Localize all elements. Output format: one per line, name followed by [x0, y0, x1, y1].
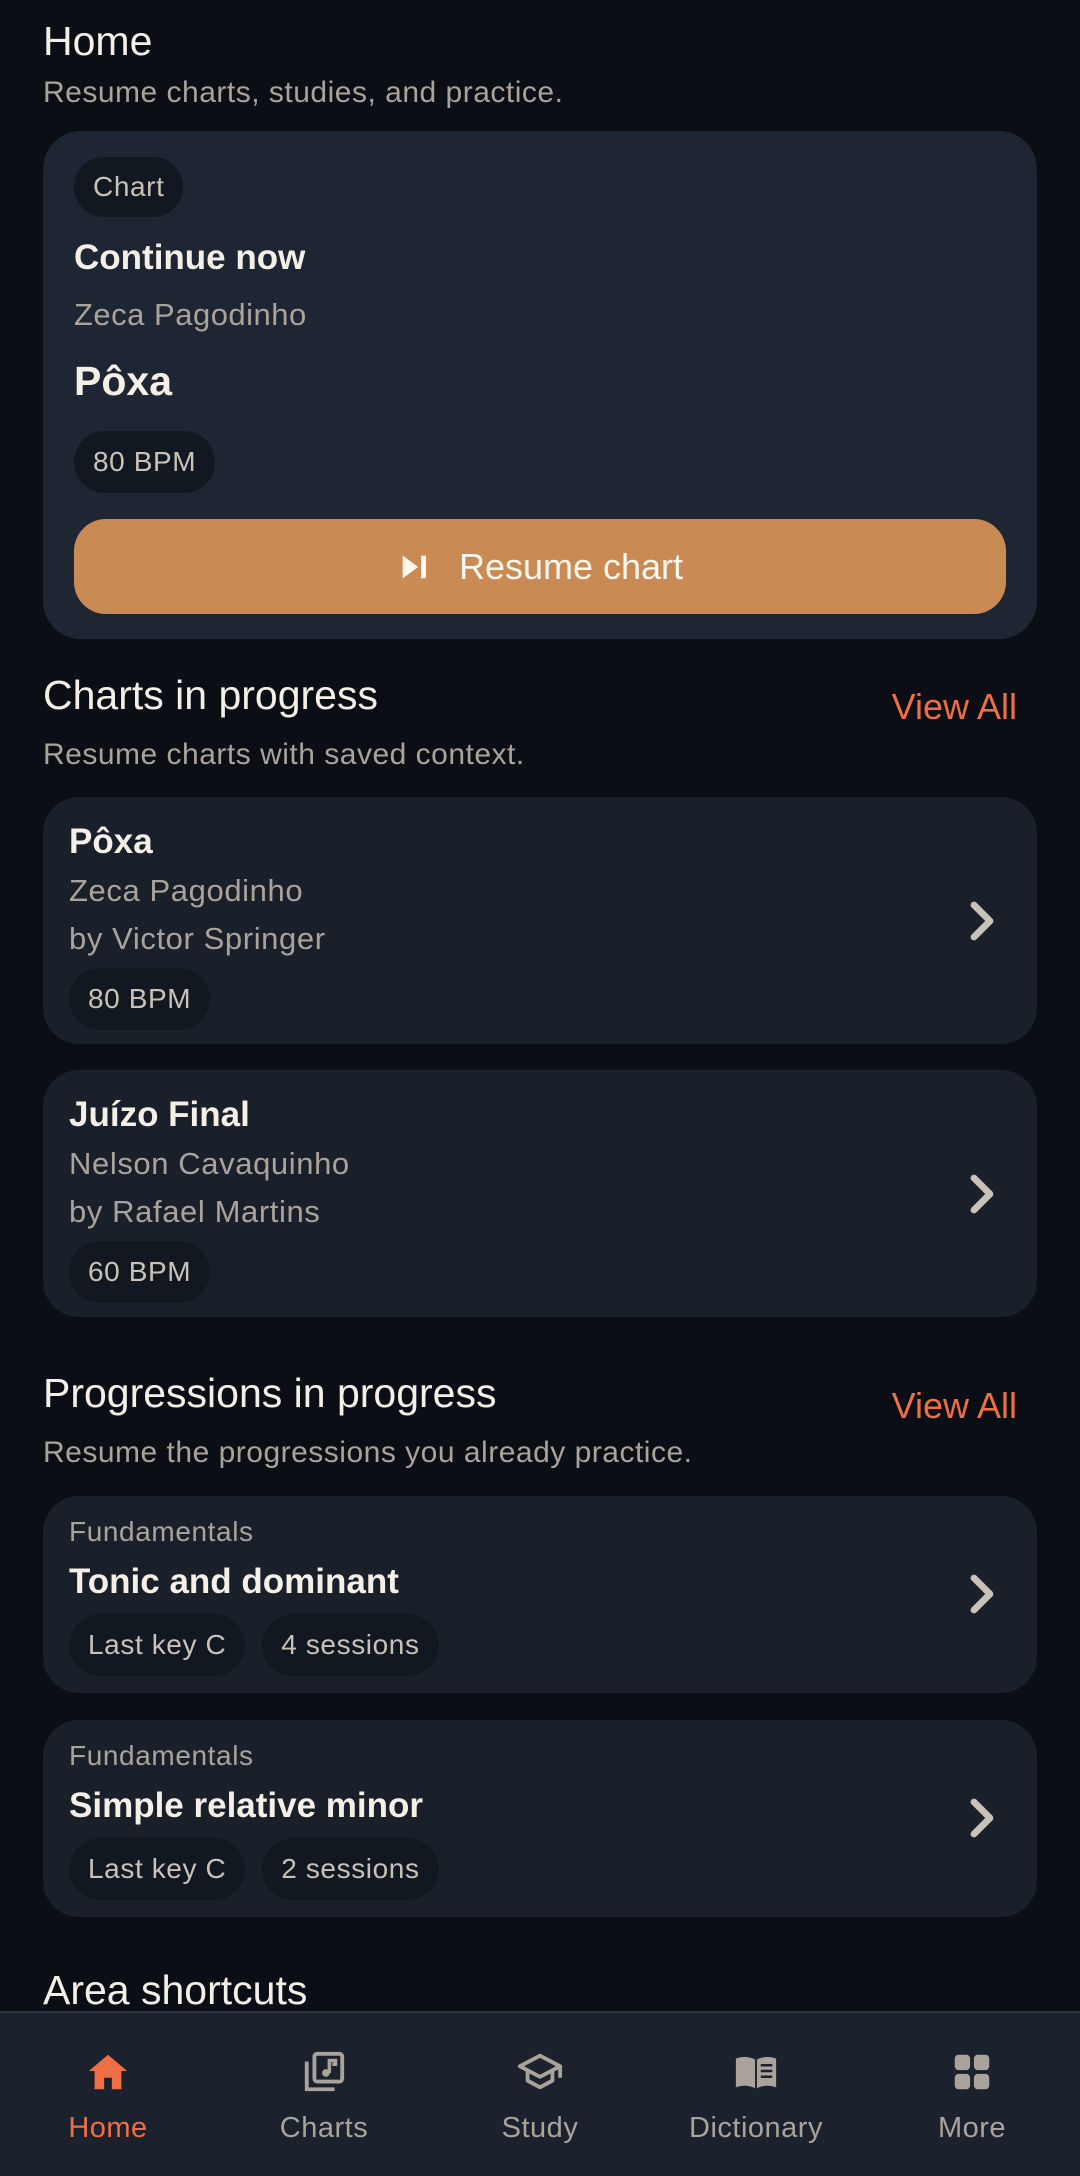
- chart-artist: Nelson Cavaquinho: [69, 1146, 350, 1181]
- chevron-right-icon: [970, 1798, 994, 1838]
- progression-card-tonic-dominant[interactable]: Fundamentals Tonic and dominant Last key…: [43, 1496, 1037, 1693]
- last-key-chip: Last key C: [69, 1614, 246, 1676]
- chart-artist: Zeca Pagodinho: [69, 873, 304, 908]
- nav-label: Dictionary: [689, 2112, 823, 2144]
- progression-category: Fundamentals: [69, 1516, 254, 1547]
- nav-item-dictionary[interactable]: Dictionary: [648, 2013, 864, 2176]
- nav-item-study[interactable]: Study: [432, 2013, 648, 2176]
- home-icon: [88, 2054, 128, 2090]
- progression-title: Simple relative minor: [69, 1786, 424, 1825]
- sessions-chip: 2 sessions: [262, 1838, 439, 1900]
- progression-card-relative-minor[interactable]: Fundamentals Simple relative minor Last …: [43, 1720, 1037, 1917]
- continue-now-card: Chart Continue now Zeca Pagodinho Pôxa 8…: [43, 131, 1037, 639]
- bpm-chip: 80 BPM: [74, 431, 216, 493]
- chart-card-juizo-final[interactable]: Juízo Final Nelson Cavaquinho by Rafael …: [43, 1070, 1037, 1317]
- chart-card-poxa[interactable]: Pôxa Zeca Pagodinho by Victor Springer 8…: [43, 797, 1037, 1044]
- charts-section-title: Charts in progress: [43, 672, 378, 718]
- type-chip: Chart: [74, 157, 184, 217]
- continue-now-label: Continue now: [74, 238, 306, 277]
- nav-item-home[interactable]: Home: [0, 2013, 216, 2176]
- chevron-right-icon: [970, 1574, 994, 1614]
- resume-chart-button[interactable]: Resume chart: [74, 519, 1006, 614]
- resume-chart-label: Resume chart: [458, 545, 684, 587]
- nav-label: More: [937, 2112, 1007, 2144]
- skip-next-icon: [402, 555, 426, 578]
- shortcuts-section-title: Area shortcuts: [43, 1967, 308, 2013]
- last-key-chip: Last key C: [69, 1838, 246, 1900]
- nav-label: Charts: [279, 2112, 369, 2144]
- chevron-right-icon: [970, 901, 994, 941]
- bottom-navigation: Home Charts Study Dictionary More: [0, 2011, 1080, 2176]
- home-screen: Home Resume charts, studies, and practic…: [0, 0, 1080, 2176]
- chart-title: Pôxa: [69, 822, 153, 861]
- grid-icon: [954, 2054, 990, 2090]
- hero-song-title: Pôxa: [74, 358, 172, 404]
- nav-label: Home: [68, 2112, 148, 2144]
- chart-author: by Victor Springer: [69, 921, 326, 956]
- progressions-view-all-link[interactable]: View All: [892, 1385, 1017, 1427]
- page-title: Home: [43, 18, 153, 64]
- charts-section-subtitle: Resume charts with saved context.: [43, 738, 525, 771]
- nav-label: Study: [501, 2112, 579, 2144]
- bpm-chip: 60 BPM: [69, 1241, 211, 1303]
- chart-title: Juízo Final: [69, 1095, 250, 1134]
- open-book-icon: [735, 2056, 777, 2089]
- charts-view-all-link[interactable]: View All: [892, 686, 1017, 728]
- progressions-section-title: Progressions in progress: [43, 1370, 497, 1416]
- school-icon: [517, 2053, 563, 2090]
- nav-item-charts[interactable]: Charts: [216, 2013, 432, 2176]
- hero-artist: Zeca Pagodinho: [74, 297, 307, 332]
- chevron-right-icon: [970, 1174, 994, 1214]
- bpm-chip: 80 BPM: [69, 968, 211, 1030]
- music-library-icon: [304, 2051, 345, 2092]
- sessions-chip: 4 sessions: [262, 1614, 439, 1676]
- chart-author: by Rafael Martins: [69, 1194, 321, 1229]
- progression-category: Fundamentals: [69, 1740, 254, 1771]
- progressions-section-subtitle: Resume the progressions you already prac…: [43, 1436, 693, 1469]
- progression-title: Tonic and dominant: [69, 1562, 399, 1601]
- nav-item-more[interactable]: More: [864, 2013, 1080, 2176]
- page-subtitle: Resume charts, studies, and practice.: [43, 76, 564, 109]
